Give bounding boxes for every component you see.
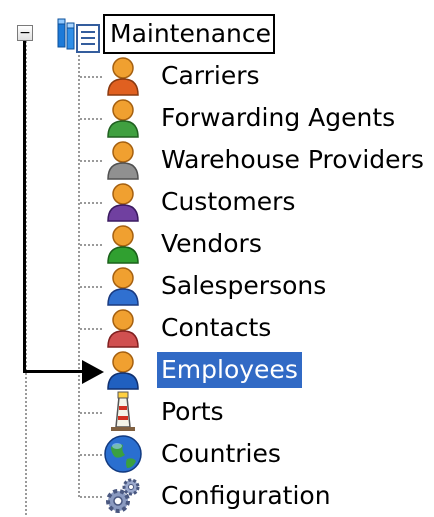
tree-connector-branch [80, 328, 102, 330]
person-icon [107, 225, 139, 264]
person-icon [107, 183, 139, 222]
tree-item-countries[interactable]: Countries [100, 433, 434, 475]
tree-item-vendors[interactable]: Vendors [100, 223, 434, 265]
tree-item-label: Salespersons [161, 271, 327, 300]
tree-connector-branch [80, 286, 102, 288]
tree-item-ports[interactable]: Ports [100, 391, 434, 433]
annotation-arrow-vertical [23, 41, 26, 372]
tree-connector-children [78, 55, 80, 497]
tree-item-customers[interactable]: Customers [100, 181, 434, 223]
tree-item-warehouse-providers[interactable]: Warehouse Providers [100, 139, 434, 181]
tree-item-salespersons[interactable]: Salespersons [100, 265, 434, 307]
tree-item-label: Configuration [161, 481, 331, 510]
tree-connector-branch [80, 76, 102, 78]
person-icon [107, 99, 139, 138]
globe-icon [104, 435, 142, 473]
tree-item-label: Customers [161, 187, 296, 216]
lighthouse-icon [111, 391, 135, 431]
minus-icon: − [19, 25, 31, 41]
person-icon [107, 351, 139, 390]
tree-item-contacts[interactable]: Contacts [100, 307, 434, 349]
tree-connector-branch [80, 454, 102, 456]
tree-item-configuration[interactable]: Configuration [100, 475, 434, 517]
collapse-toggle-button[interactable]: − [17, 25, 33, 41]
tree-item-forwarding-agents[interactable]: Forwarding Agents [100, 97, 434, 139]
folder-list-icon [57, 18, 100, 53]
tree-item-label: Ports [161, 397, 224, 426]
person-icon [107, 141, 139, 180]
tree-item-label: Forwarding Agents [161, 103, 396, 132]
person-icon [107, 267, 139, 306]
tree-connector-branch [80, 412, 102, 414]
tree-connector-branch [80, 118, 102, 120]
person-icon [107, 57, 139, 96]
gears-icon [106, 478, 140, 513]
tree-item-label: Warehouse Providers [161, 145, 424, 174]
annotation-arrow-horizontal [23, 370, 85, 373]
tree-connector-branch [80, 202, 102, 204]
tree-item-label: Countries [161, 439, 281, 468]
tree-item-carriers[interactable]: Carriers [100, 55, 434, 97]
tree-item-label: Vendors [161, 229, 262, 258]
person-icon [107, 309, 139, 348]
tree-item-label-selected: Employees [157, 352, 302, 388]
tree-item-label: Carriers [161, 61, 260, 90]
tree-item-employees[interactable]: Employees [100, 349, 434, 391]
tree-root-label: Maintenance [110, 19, 271, 48]
tree-root-maintenance[interactable]: Maintenance [103, 14, 275, 54]
tree-connector-branch [80, 160, 102, 162]
tree-item-label: Contacts [161, 313, 272, 342]
tree-connector-branch [80, 244, 102, 246]
tree-connector-branch [80, 496, 102, 498]
tree-view: − Maintenance Carriers Forwarding Agents [0, 0, 434, 515]
